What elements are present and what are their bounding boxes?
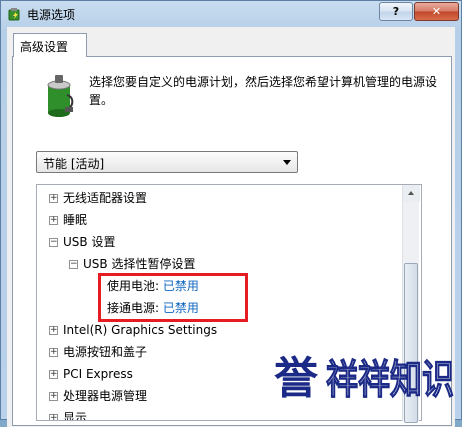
title-bar[interactable]: 电源选项 ? ✕ [1,1,461,27]
expand-icon[interactable]: + [49,326,58,335]
tree-item-label: 显示 [63,411,88,421]
collapse-icon[interactable]: − [49,238,58,247]
expand-icon[interactable]: + [49,194,58,203]
power-options-icon [8,8,20,21]
tree-item-label: 睡眠 [63,213,88,227]
watermark-logo: 誉 祥祥知识 [268,349,455,404]
power-options-window: 电源选项 ? ✕ 高级设置 选择您要自定义的电源计划，然后选择您希望计算机管理的… [0,0,462,427]
tree-item-label: 无线适配器设置 [63,191,148,205]
expand-icon[interactable]: + [49,370,58,379]
power-plan-select[interactable]: 节能 [活动] [36,151,298,173]
tree-item-label: USB 选择性暂停设置 [83,257,196,271]
expand-icon[interactable]: + [49,216,58,225]
description-text: 选择您要自定义的电源计划，然后选择您希望计算机管理的电源设置。 [89,75,438,107]
help-button[interactable]: ? [379,2,413,21]
expand-icon[interactable]: + [49,392,58,401]
tab-advanced-settings[interactable]: 高级设置 [13,33,87,57]
tree-item-label: 电源按钮和盖子 [63,345,148,359]
chevron-up-icon [408,191,414,195]
scroll-up-button[interactable] [403,185,420,202]
tree-item-label: USB 设置 [63,235,116,249]
expand-icon[interactable]: + [49,348,58,357]
tree-item-label: PCI Express [63,367,133,381]
watermark-text: 祥祥知识 [326,357,454,403]
tree-item-label: Intel(R) Graphics Settings [63,323,218,337]
window-title: 电源选项 [27,8,76,22]
battery-plug-icon [47,75,74,117]
close-button[interactable]: ✕ [414,2,459,21]
watermark-first-char: 誉 [274,353,319,404]
chevron-down-icon [283,160,291,165]
highlight-annotation-box [98,273,248,322]
collapse-icon[interactable]: − [69,260,78,269]
tree-item-label: 处理器电源管理 [63,389,148,403]
power-plan-value: 节能 [活动] [43,157,105,171]
